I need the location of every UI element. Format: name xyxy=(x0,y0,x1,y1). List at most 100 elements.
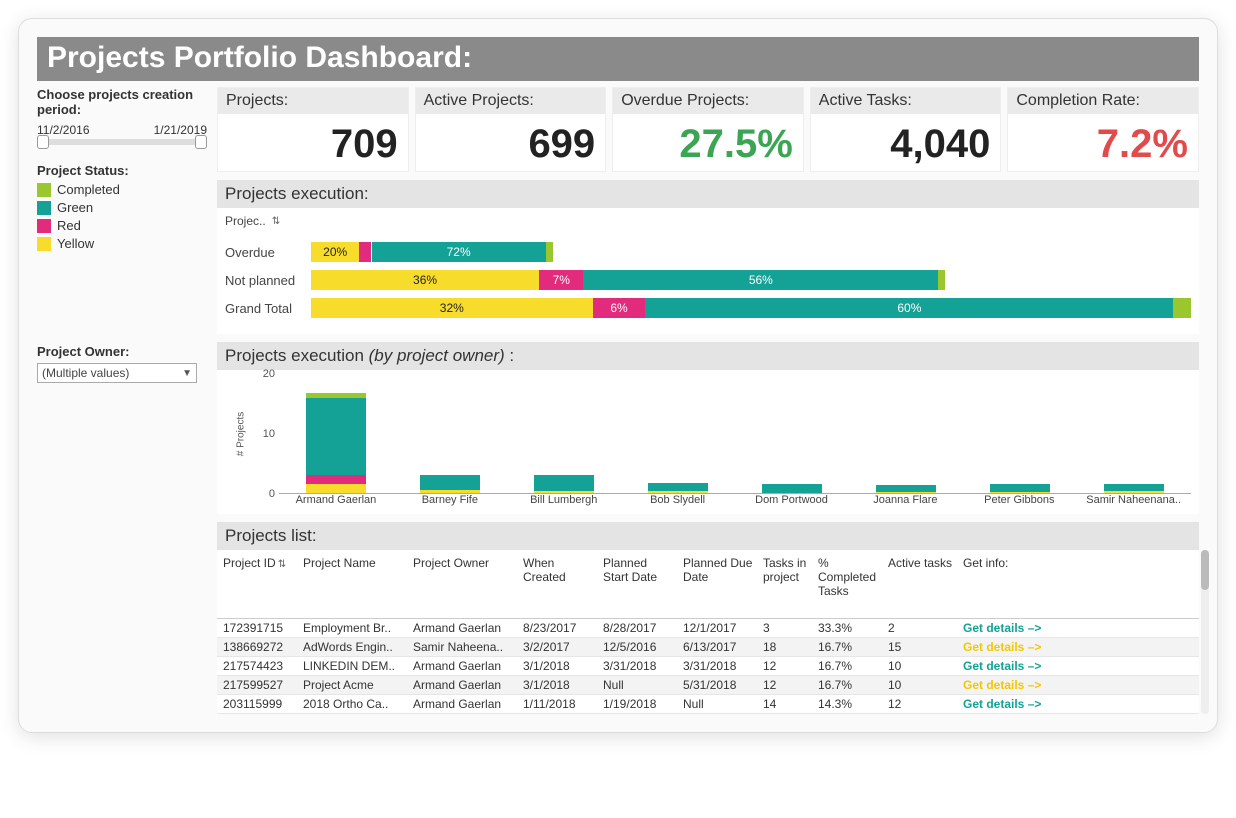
owner-bar-col[interactable] xyxy=(859,485,953,493)
owner-bar-segment xyxy=(990,492,1050,493)
owner-bar-col[interactable] xyxy=(745,484,839,493)
exec-bar[interactable]: 36%7%56% xyxy=(311,270,1191,290)
col-header[interactable]: Active tasks xyxy=(882,550,957,619)
col-header[interactable]: Planned Due Date xyxy=(677,550,757,619)
sort-icon[interactable]: ⇅ xyxy=(278,559,286,570)
y-tick: 10 xyxy=(263,428,275,440)
scroll-thumb[interactable] xyxy=(1201,550,1209,590)
exec-bar-segment xyxy=(938,270,944,290)
table-cell: Null xyxy=(677,695,757,714)
table-row[interactable]: 217599527Project AcmeArmand Gaerlan3/1/2… xyxy=(217,676,1199,695)
owner-bar-col[interactable] xyxy=(403,475,497,493)
owner-select[interactable]: (Multiple values) ▼ xyxy=(37,363,197,383)
exec-bar-segment: 7% xyxy=(539,270,583,290)
owner-bar-col[interactable] xyxy=(289,393,383,493)
col-header[interactable]: Project Name xyxy=(297,550,407,619)
table-cell: Armand Gaerlan xyxy=(407,695,517,714)
slider-thumb-left[interactable] xyxy=(37,135,49,149)
owner-bar-segment xyxy=(1104,484,1164,491)
kpi-card: Completion Rate: 7.2% xyxy=(1007,87,1199,172)
date-slider[interactable] xyxy=(41,139,203,145)
projects-table: Project ID⇅Project NameProject OwnerWhen… xyxy=(217,550,1199,714)
get-details-link[interactable]: Get details –> xyxy=(963,659,1041,673)
table-cell: Null xyxy=(597,676,677,695)
kpi-card: Projects: 709 xyxy=(217,87,409,172)
table-row[interactable]: 217574423LINKEDIN DEM..Armand Gaerlan3/1… xyxy=(217,657,1199,676)
slider-thumb-right[interactable] xyxy=(195,135,207,149)
exec-bar-segment xyxy=(359,242,371,262)
owner-bar-segment xyxy=(420,490,480,493)
table-scrollbar[interactable] xyxy=(1201,550,1209,714)
table-cell: Armand Gaerlan xyxy=(407,657,517,676)
col-header[interactable]: Project Owner xyxy=(407,550,517,619)
get-details-link[interactable]: Get details –> xyxy=(963,621,1041,635)
table-cell: 16.7% xyxy=(812,657,882,676)
owner-bar xyxy=(534,475,594,493)
col-header[interactable]: % Completed Tasks xyxy=(812,550,882,619)
table-row[interactable]: 138669272AdWords Engin..Samir Naheena..3… xyxy=(217,638,1199,657)
exec-row: Overdue20%72% xyxy=(225,242,1191,262)
status-legend-item[interactable]: Completed xyxy=(37,182,207,197)
table-cell: 12 xyxy=(757,676,812,695)
owner-bar-col[interactable] xyxy=(517,475,611,493)
table-cell: Employment Br.. xyxy=(297,619,407,638)
swatch-icon xyxy=(37,237,51,251)
col-header[interactable]: Planned Start Date xyxy=(597,550,677,619)
sort-icon[interactable]: ⇅ xyxy=(272,216,280,227)
table-cell: 14.3% xyxy=(812,695,882,714)
table-row[interactable]: 2031159992018 Ortho Ca..Armand Gaerlan1/… xyxy=(217,695,1199,714)
owner-bar-segment xyxy=(534,475,594,491)
table-cell: 1/19/2018 xyxy=(597,695,677,714)
owner-bar-col[interactable] xyxy=(973,484,1067,493)
owner-bar xyxy=(876,485,936,493)
col-header[interactable]: Get info: xyxy=(957,550,1199,619)
owner-bar xyxy=(306,393,366,493)
exec-row-label: Overdue xyxy=(225,245,311,260)
owner-bar-col[interactable] xyxy=(1087,484,1181,493)
table-cell: 10 xyxy=(882,676,957,695)
exec-title: Projects execution: xyxy=(217,180,1199,208)
table-cell: Armand Gaerlan xyxy=(407,619,517,638)
get-details-link[interactable]: Get details –> xyxy=(963,697,1041,711)
table-cell: 138669272 xyxy=(217,638,297,657)
table-cell: 6/13/2017 xyxy=(677,638,757,657)
status-legend-item[interactable]: Yellow xyxy=(37,236,207,251)
status-filter-label: Project Status: xyxy=(37,163,207,178)
table-cell: 2018 Ortho Ca.. xyxy=(297,695,407,714)
table-cell: 16.7% xyxy=(812,676,882,695)
table-cell: 2 xyxy=(882,619,957,638)
dashboard-app: Projects Portfolio Dashboard: Choose pro… xyxy=(18,18,1218,733)
col-header[interactable]: When Created xyxy=(517,550,597,619)
owner-bar-segment xyxy=(1104,491,1164,493)
table-cell: Armand Gaerlan xyxy=(407,676,517,695)
swatch-icon xyxy=(37,183,51,197)
get-details-cell: Get details –> xyxy=(957,657,1199,676)
table-cell: 8/23/2017 xyxy=(517,619,597,638)
table-cell: 5/31/2018 xyxy=(677,676,757,695)
kpi-value: 27.5% xyxy=(613,114,803,171)
get-details-link[interactable]: Get details –> xyxy=(963,640,1041,654)
table-row[interactable]: 172391715Employment Br..Armand Gaerlan8/… xyxy=(217,619,1199,638)
col-header[interactable]: Tasks in project xyxy=(757,550,812,619)
exec-bar-segment: 56% xyxy=(583,270,938,290)
kpi-card: Active Tasks: 4,040 xyxy=(810,87,1002,172)
get-details-cell: Get details –> xyxy=(957,676,1199,695)
exec-row: Not planned36%7%56% xyxy=(225,270,1191,290)
owner-bar-segment xyxy=(648,491,708,493)
table-cell: 12/5/2016 xyxy=(597,638,677,657)
main-area: Projects: 709Active Projects: 699Overdue… xyxy=(217,87,1199,714)
owner-bar-col[interactable] xyxy=(631,483,725,493)
kpi-label: Active Tasks: xyxy=(811,88,1001,114)
exec-bar[interactable]: 20%72% xyxy=(311,242,1191,262)
table-cell: 172391715 xyxy=(217,619,297,638)
col-header[interactable]: Project ID⇅ xyxy=(217,550,297,619)
owner-bar-segment xyxy=(876,492,936,493)
exec-row-label: Not planned xyxy=(225,273,311,288)
owners-chart: # Projects 20100 xyxy=(225,374,1191,494)
get-details-link[interactable]: Get details –> xyxy=(963,678,1041,692)
status-legend-item[interactable]: Red xyxy=(37,218,207,233)
status-legend-item[interactable]: Green xyxy=(37,200,207,215)
exec-bar[interactable]: 32%6%60% xyxy=(311,298,1191,318)
page-header: Projects Portfolio Dashboard: xyxy=(37,37,1199,81)
legend-label: Completed xyxy=(57,182,120,197)
